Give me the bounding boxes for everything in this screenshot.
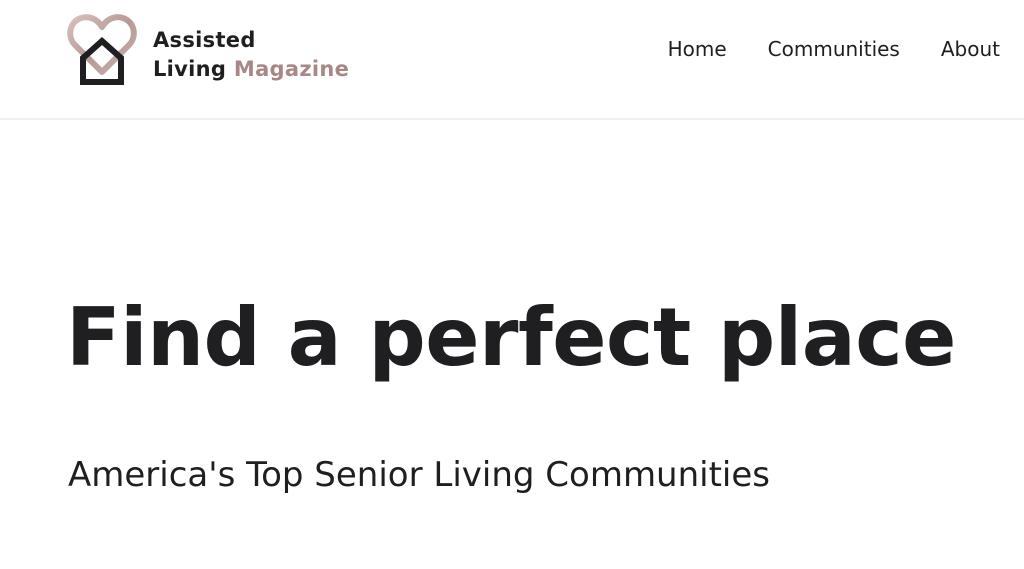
logo-text-living: Living — [153, 57, 227, 81]
hero-subtitle: America's Top Senior Living Communities — [68, 455, 771, 495]
logo-text-assisted: Assisted — [153, 28, 256, 52]
logo-text-line2: Living Magazine — [153, 55, 349, 84]
site-logo[interactable]: Assisted Living Magazine — [66, 14, 366, 88]
site-header: Assisted Living Magazine Home Communitie… — [0, 0, 1024, 120]
logo-text-magazine: Magazine — [233, 57, 350, 81]
nav-home-link[interactable]: Home — [668, 36, 727, 62]
nav-about-link[interactable]: About — [941, 36, 1000, 62]
hero-title: Find a perfect place — [66, 291, 956, 384]
heart-house-icon — [67, 14, 137, 85]
main-nav: Home Communities About — [668, 36, 1000, 62]
nav-communities-link[interactable]: Communities — [768, 36, 900, 62]
logo-wordmark: Assisted Living Magazine — [153, 26, 349, 84]
